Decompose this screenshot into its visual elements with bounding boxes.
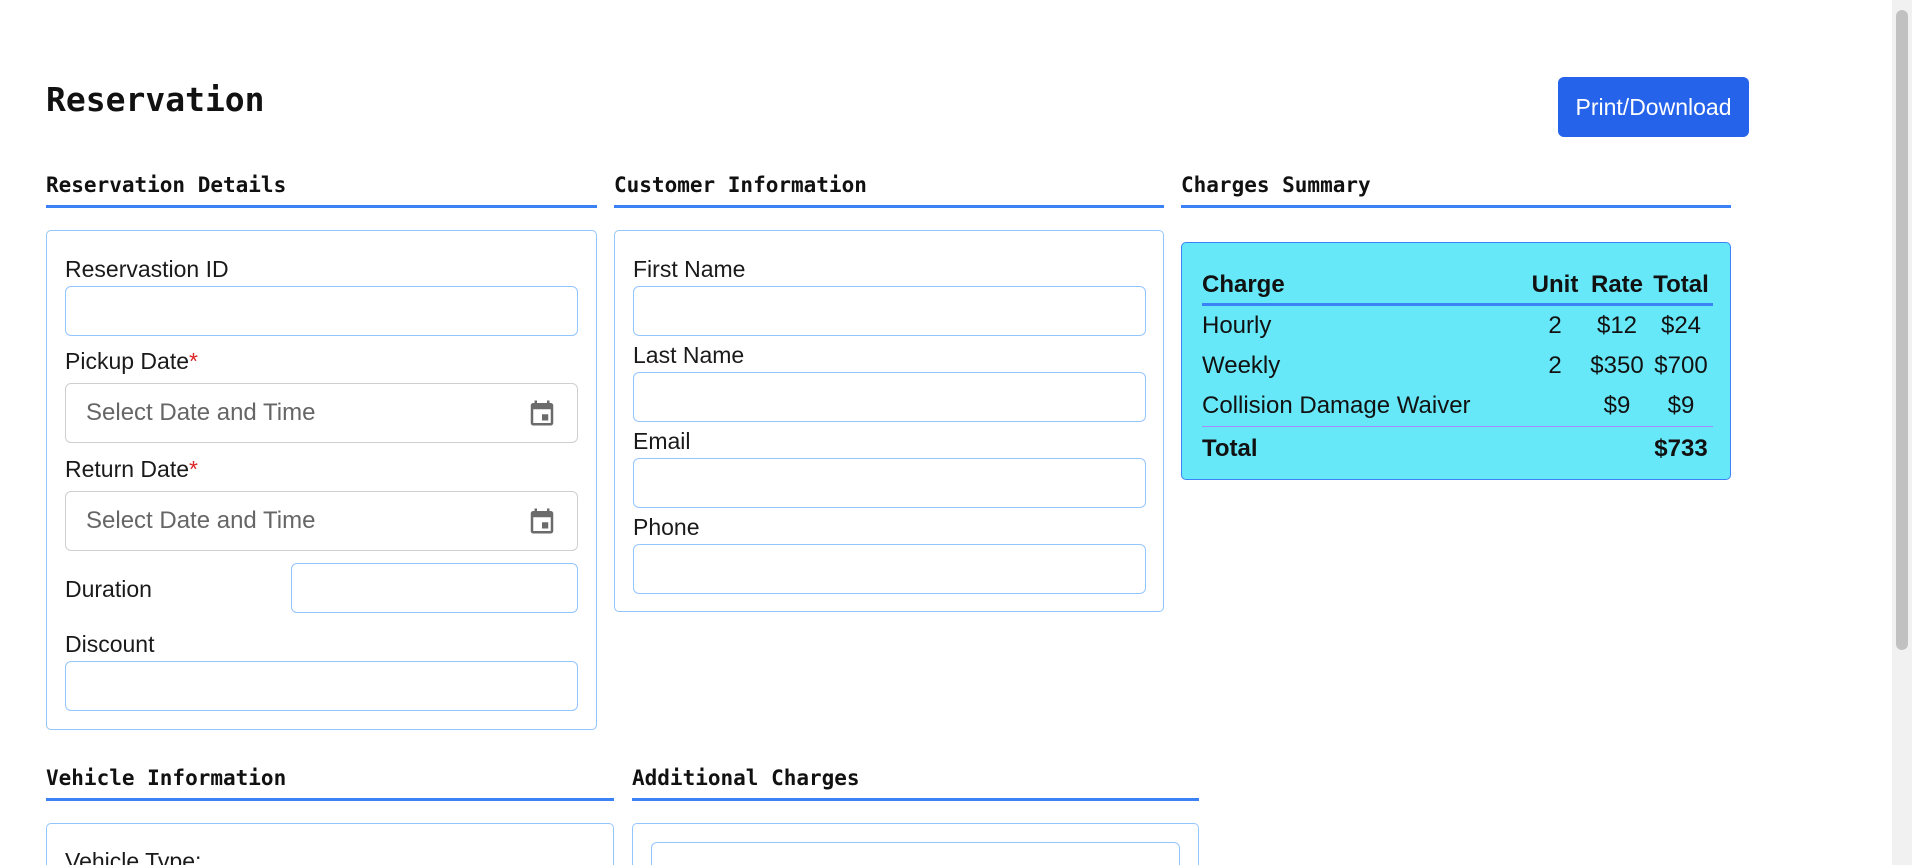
charge-name: Weekly <box>1202 352 1281 379</box>
duration-input[interactable] <box>291 563 578 613</box>
vertical-scrollbar[interactable] <box>1892 0 1912 865</box>
pickup-date-placeholder: Select Date and Time <box>86 399 316 426</box>
total-label: Total <box>1202 426 1525 469</box>
column-header-charge: Charge <box>1202 267 1525 306</box>
charge-name: Collision Damage Waiver <box>1202 392 1471 419</box>
pickup-date-label: Pickup Date* <box>65 348 198 375</box>
first-name-input[interactable] <box>633 286 1146 336</box>
additional-charges-heading: Additional Charges <box>632 766 1199 801</box>
discount-input[interactable] <box>65 661 578 711</box>
charge-unit <box>1525 386 1585 427</box>
last-name-input[interactable] <box>633 372 1146 422</box>
pickup-date-label-text: Pickup Date <box>65 348 190 374</box>
vehicle-information-card: Vehicle Type: <box>46 823 614 865</box>
charge-unit: 2 <box>1548 352 1562 379</box>
charge-unit: 2 <box>1548 312 1562 339</box>
charge-rate: $350 <box>1590 352 1644 379</box>
charges-summary-card: Charge Unit Rate Total Hourly 2 $12 $24 … <box>1181 242 1731 480</box>
additional-charges-item[interactable] <box>651 842 1180 865</box>
calendar-icon[interactable] <box>527 506 557 536</box>
table-row: Hourly 2 $12 $24 <box>1202 305 1713 347</box>
charge-name: Hourly <box>1202 312 1272 339</box>
charge-total: $24 <box>1660 312 1702 339</box>
reservation-details-heading: Reservation Details <box>46 173 597 208</box>
last-name-label: Last Name <box>633 342 745 368</box>
total-value: $733 <box>1649 426 1713 469</box>
print-download-button[interactable]: Print/Download <box>1558 77 1749 137</box>
total-unit-empty <box>1525 426 1585 469</box>
first-name-label: First Name <box>633 256 746 282</box>
reservation-id-label: Reservastion ID <box>65 256 229 282</box>
calendar-icon[interactable] <box>527 398 557 428</box>
reservation-id-input[interactable] <box>65 286 578 336</box>
charge-total: $9 <box>1667 392 1695 419</box>
duration-label: Duration <box>65 576 152 602</box>
column-header-unit: Unit <box>1525 267 1585 306</box>
pickup-date-picker[interactable]: Select Date and Time <box>65 383 578 443</box>
email-label: Email <box>633 428 691 454</box>
phone-input[interactable] <box>633 544 1146 594</box>
charges-header-row: Charge Unit Rate Total <box>1202 267 1713 306</box>
customer-information-heading: Customer Information <box>614 173 1164 208</box>
email-input[interactable] <box>633 458 1146 508</box>
table-row: Weekly 2 $350 $700 <box>1202 346 1713 386</box>
page-title: Reservation <box>46 80 265 119</box>
total-row: Total $733 <box>1202 426 1713 469</box>
phone-label: Phone <box>633 514 700 540</box>
scrollbar-thumb[interactable] <box>1896 10 1908 650</box>
table-row: Collision Damage Waiver $9 $9 <box>1202 386 1713 427</box>
return-date-picker[interactable]: Select Date and Time <box>65 491 578 551</box>
required-mark: * <box>189 456 198 482</box>
return-date-label: Return Date* <box>65 456 198 483</box>
charge-rate: $12 <box>1596 312 1638 339</box>
required-mark: * <box>189 348 198 374</box>
reservation-details-card: Reservastion ID Pickup Date* Select Date… <box>46 230 597 730</box>
total-rate-empty <box>1585 426 1649 469</box>
vehicle-information-heading: Vehicle Information <box>46 766 614 801</box>
reservation-page: Reservation Print/Download Reservation D… <box>0 0 1912 865</box>
charges-table: Charge Unit Rate Total Hourly 2 $12 $24 … <box>1202 267 1713 469</box>
charge-total: $700 <box>1654 352 1708 379</box>
return-date-placeholder: Select Date and Time <box>86 507 316 534</box>
discount-label: Discount <box>65 631 155 657</box>
charge-rate: $9 <box>1603 392 1631 419</box>
return-date-label-text: Return Date <box>65 456 190 482</box>
charges-summary-heading: Charges Summary <box>1181 173 1731 208</box>
customer-information-card: First Name Last Name Email Phone <box>614 230 1164 612</box>
additional-charges-card <box>632 823 1199 865</box>
column-header-rate: Rate <box>1585 267 1649 306</box>
column-header-total: Total <box>1649 267 1713 306</box>
vehicle-type-label: Vehicle Type: <box>65 848 202 865</box>
